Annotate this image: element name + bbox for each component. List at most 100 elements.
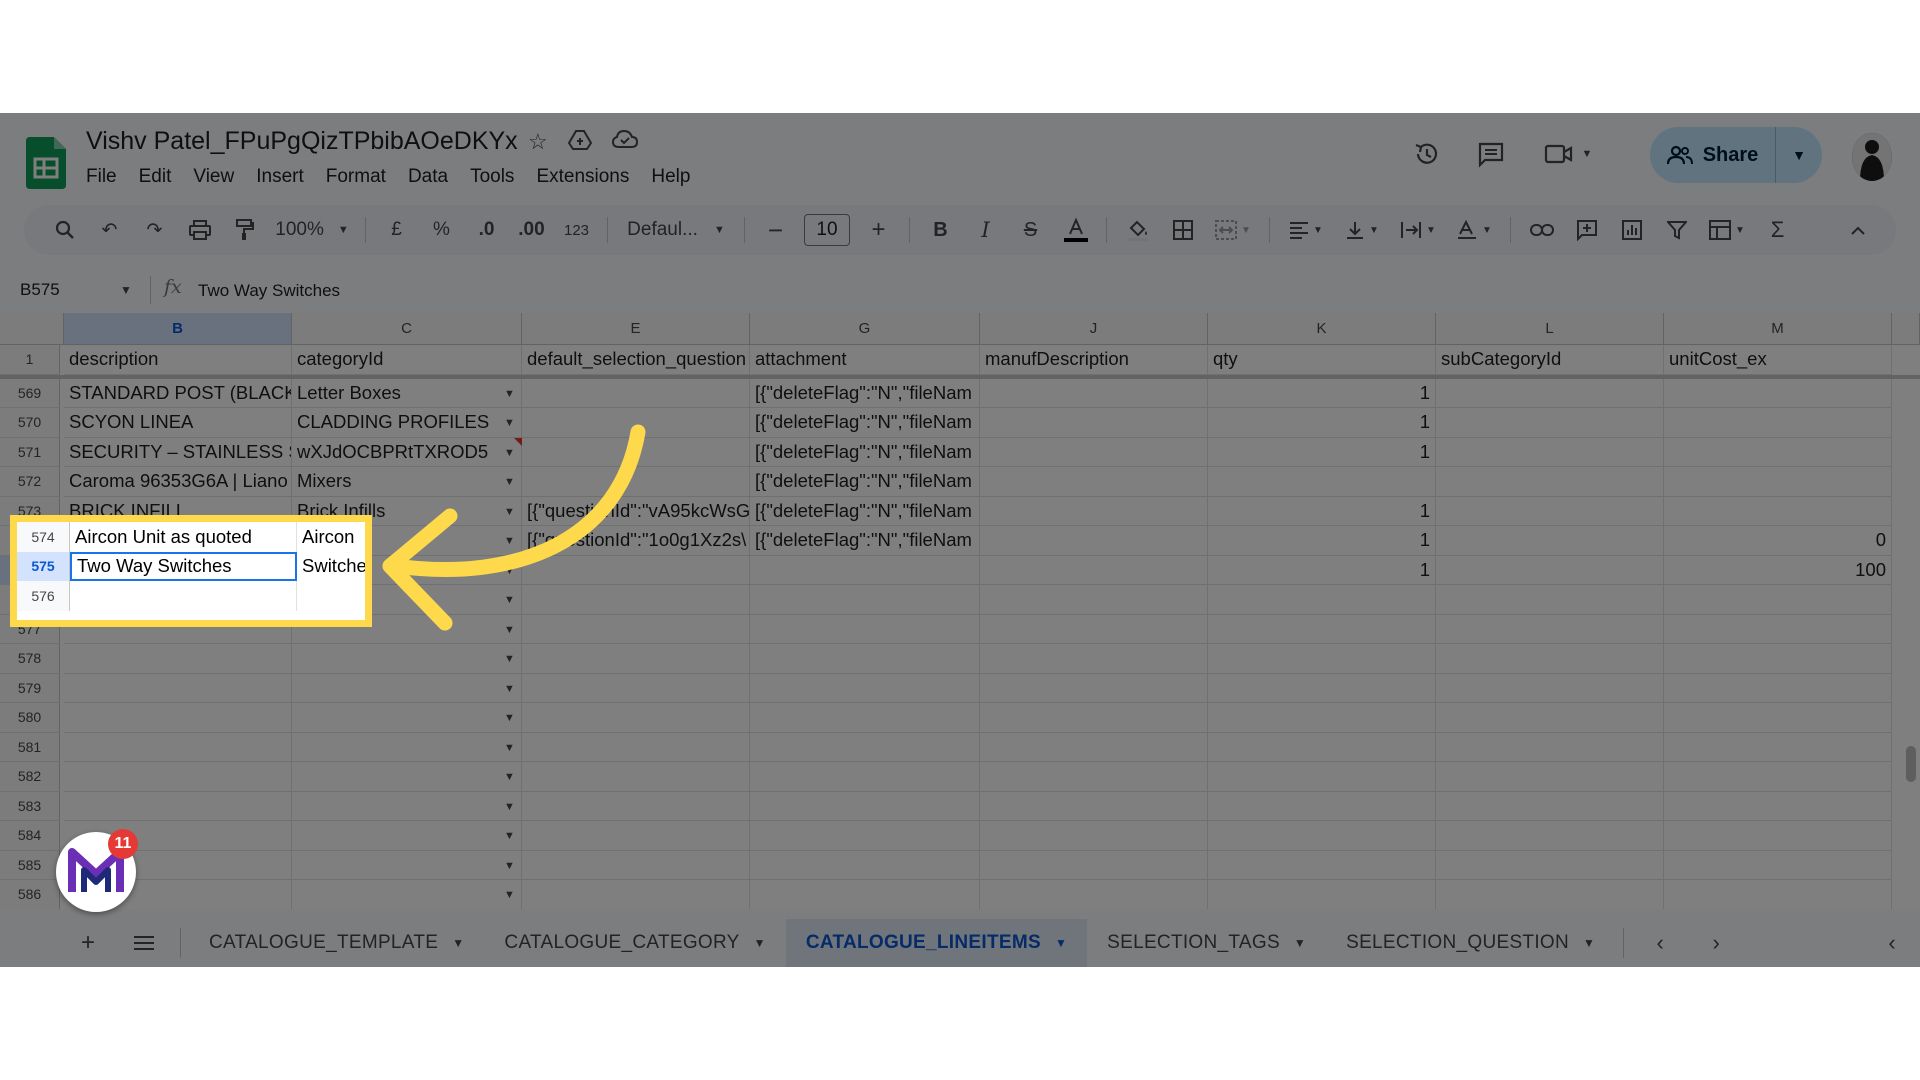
row-number[interactable]: 583 (0, 791, 60, 821)
search-menus-icon[interactable] (42, 205, 87, 255)
caret-down-icon[interactable]: ▼ (754, 936, 766, 950)
column-header-j[interactable]: J (980, 313, 1208, 345)
text-color-icon[interactable] (1053, 205, 1098, 255)
dropdown-chip-icon[interactable]: ▼ (504, 889, 515, 901)
previous-sheet-icon[interactable]: ‹ (1632, 930, 1688, 956)
header-cell-default-selection-question[interactable]: default_selection_question (522, 345, 750, 375)
header-cell-attachment[interactable]: attachment (750, 345, 980, 375)
menu-view[interactable]: View (193, 166, 234, 188)
column-header-b[interactable]: B (64, 313, 292, 345)
row-number[interactable]: 569 (0, 378, 60, 408)
table-cell[interactable] (292, 880, 522, 909)
row-number[interactable]: 570 (0, 408, 60, 438)
row-number[interactable]: 1 (0, 345, 60, 375)
column-header-m[interactable]: M (1664, 313, 1892, 345)
caret-down-icon[interactable]: ▼ (1294, 936, 1306, 950)
table-cell[interactable] (980, 467, 1208, 497)
table-cell[interactable] (980, 880, 1208, 909)
header-cell-description[interactable]: description (64, 345, 292, 375)
table-cell[interactable] (1664, 850, 1892, 880)
table-cell[interactable] (750, 850, 980, 880)
formula-input[interactable]: Two Way Switches (198, 281, 340, 301)
table-cell[interactable] (292, 791, 522, 821)
row-number[interactable]: 579 (0, 673, 60, 703)
table-cell[interactable] (522, 762, 750, 792)
table-cell[interactable] (1208, 644, 1436, 674)
print-icon[interactable] (177, 205, 222, 255)
vertical-align-icon[interactable]: ▼ (1334, 205, 1390, 255)
table-cell[interactable]: 1 (1208, 526, 1436, 556)
table-cell[interactable] (1436, 791, 1664, 821)
share-button[interactable]: Share (1650, 127, 1776, 183)
row-number[interactable]: 584 (0, 821, 60, 851)
menu-extensions[interactable]: Extensions (536, 166, 629, 188)
table-cell[interactable] (1436, 526, 1664, 556)
highlight-cell-description[interactable]: Aircon Unit as quoted (70, 522, 297, 552)
table-cell[interactable] (980, 821, 1208, 851)
insert-chart-icon[interactable] (1609, 205, 1654, 255)
table-cell[interactable] (1436, 378, 1664, 408)
tab-catalogue-template[interactable]: CATALOGUE_TEMPLATE ▼ (189, 919, 484, 967)
table-cell[interactable]: 1 (1208, 555, 1436, 585)
table-cell[interactable] (980, 378, 1208, 408)
table-cell[interactable] (1664, 821, 1892, 851)
table-cell[interactable] (750, 880, 980, 909)
font-size-input[interactable]: 10 (804, 214, 850, 246)
text-wrapping-icon[interactable]: ▼ (1390, 205, 1446, 255)
select-all-corner[interactable] (0, 313, 64, 345)
table-cell[interactable] (1664, 703, 1892, 733)
table-cell[interactable] (522, 850, 750, 880)
table-cell[interactable] (980, 555, 1208, 585)
row-number[interactable]: 586 (0, 880, 60, 909)
table-cell[interactable] (750, 644, 980, 674)
cloud-saved-icon[interactable] (611, 129, 638, 157)
table-cell[interactable] (1208, 703, 1436, 733)
row-number[interactable]: 572 (0, 467, 60, 497)
table-cell[interactable] (1436, 496, 1664, 526)
table-cell[interactable] (522, 644, 750, 674)
table-cell[interactable] (980, 791, 1208, 821)
row-number[interactable]: 578 (0, 644, 60, 674)
row-number[interactable]: 580 (0, 703, 60, 733)
zoom-select[interactable]: 100% ▼ (267, 205, 357, 255)
redo-icon[interactable]: ↷ (132, 205, 177, 255)
more-formats-button[interactable]: 123 (554, 205, 599, 255)
vertical-scrollbar[interactable] (1906, 746, 1916, 782)
dropdown-chip-icon[interactable]: ▼ (504, 830, 515, 842)
fill-color-icon[interactable] (1115, 205, 1160, 255)
all-sheets-icon[interactable] (116, 930, 172, 956)
dropdown-chip-icon[interactable]: ▼ (504, 801, 515, 813)
table-cell[interactable] (292, 821, 522, 851)
table-cell[interactable] (1664, 673, 1892, 703)
table-cell[interactable]: 100 (1664, 555, 1892, 585)
table-cell[interactable]: [{"deleteFlag":"N","fileNam (750, 467, 980, 497)
strikethrough-icon[interactable]: S (1008, 205, 1053, 255)
add-sheet-icon[interactable]: + (60, 929, 116, 957)
dropdown-chip-icon[interactable]: ▼ (504, 742, 515, 754)
header-cell-unitcost-ex[interactable]: unitCost_ex (1664, 345, 1892, 375)
merge-cells-icon[interactable]: ▼ (1205, 205, 1261, 255)
header-cell-subcategoryid[interactable]: subCategoryId (1436, 345, 1664, 375)
highlight-cell-category[interactable] (297, 581, 365, 611)
table-cell[interactable] (980, 496, 1208, 526)
column-header-l[interactable]: L (1436, 313, 1664, 345)
tab-catalogue-category[interactable]: CATALOGUE_CATEGORY ▼ (484, 919, 785, 967)
filter-views-icon[interactable]: ▼ (1699, 205, 1755, 255)
increase-decimal-button[interactable]: .00 (509, 205, 554, 255)
caret-down-icon[interactable]: ▼ (1055, 936, 1067, 950)
table-cell[interactable] (750, 673, 980, 703)
meet-call-icon[interactable]: ▼ (1538, 137, 1598, 171)
table-cell[interactable]: [{"deleteFlag":"N","fileNam (750, 526, 980, 556)
table-cell[interactable] (980, 526, 1208, 556)
increase-font-size-button[interactable]: + (856, 205, 901, 255)
share-dropdown-icon[interactable]: ▼ (1776, 147, 1822, 163)
filter-icon[interactable] (1654, 205, 1699, 255)
table-cell[interactable] (1208, 850, 1436, 880)
table-cell[interactable] (1208, 614, 1436, 644)
row-number[interactable]: 581 (0, 732, 60, 762)
table-cell[interactable]: STANDARD POST (BLACK) (64, 378, 292, 408)
menu-data[interactable]: Data (408, 166, 448, 188)
table-cell[interactable] (292, 644, 522, 674)
table-cell[interactable] (292, 673, 522, 703)
table-cell[interactable] (64, 762, 292, 792)
